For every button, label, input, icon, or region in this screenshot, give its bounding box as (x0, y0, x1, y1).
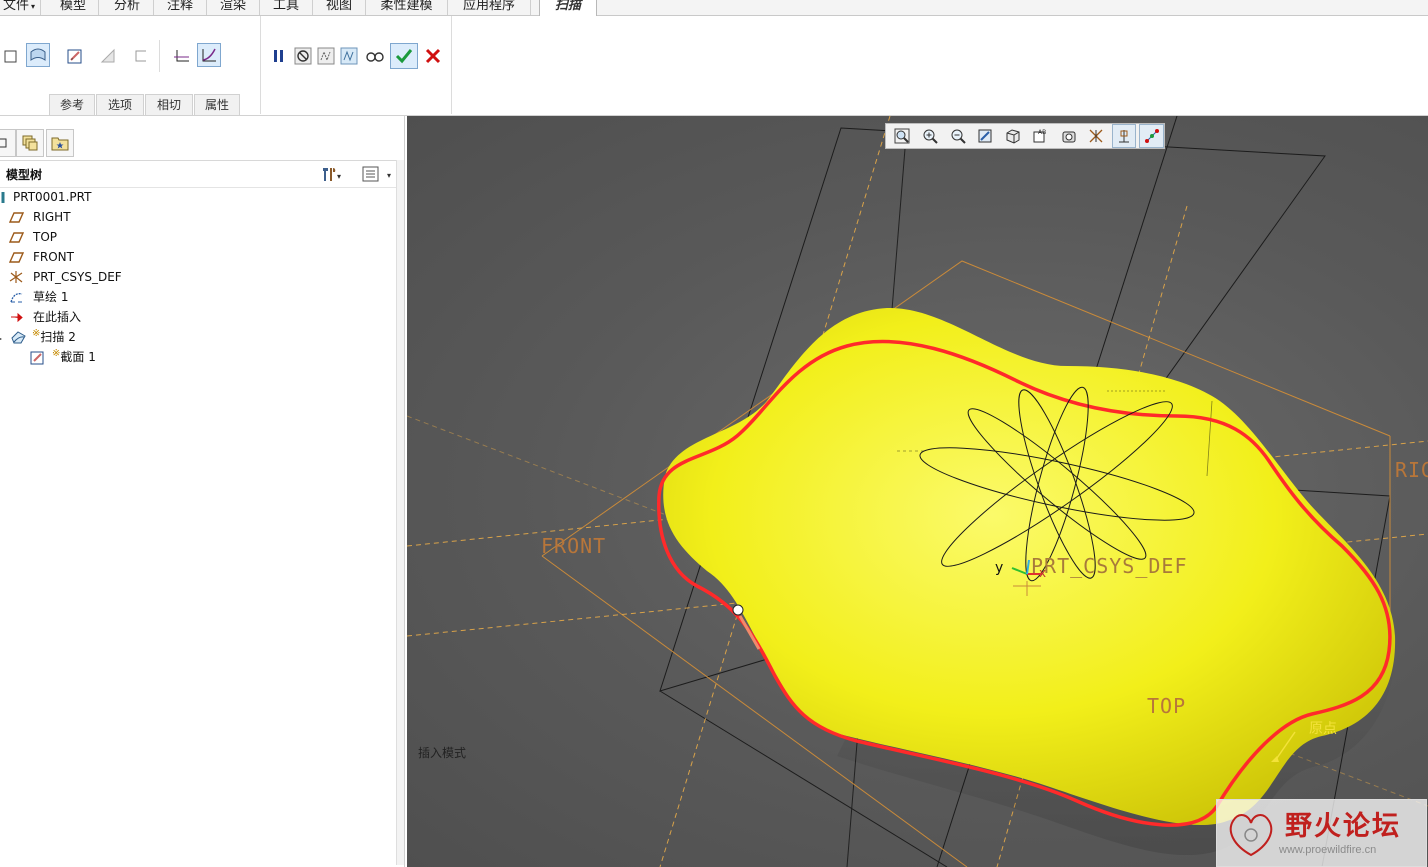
surface-icon[interactable] (26, 43, 50, 67)
model-tree-scrollbar[interactable] (396, 160, 404, 865)
subtab-references[interactable]: 参考 (49, 94, 95, 116)
ribbon-group-divider (260, 16, 261, 114)
show-list-icon[interactable]: ▾ (362, 165, 396, 186)
insert-mode-status: 插入模式 (418, 746, 467, 760)
model-tree-panel: 模型树 ▾ ▾ PRT0001.PRT RIGHT TOP FRONT PRT_… (0, 116, 405, 867)
tree-item-front[interactable]: FRONT (0, 247, 390, 267)
ribbon: 参考 选项 相切 属性 (0, 16, 1428, 116)
model-tree-header: 模型树 ▾ ▾ (0, 160, 403, 188)
subtab-tangency[interactable]: 相切 (145, 94, 193, 116)
tree-item-sweep[interactable]: ※扫描 2 (0, 327, 390, 347)
graphics-viewport[interactable]: FRONT TOP RIG PRT_CSYS_DEF y x 原点 AB 插入模… (407, 116, 1428, 867)
label-front-plane: FRONT (541, 534, 607, 558)
tab-annotate[interactable]: 注释 (154, 0, 207, 15)
svg-text:▾: ▾ (337, 172, 341, 181)
create-section-icon[interactable] (63, 44, 87, 68)
pause-icon[interactable] (267, 44, 291, 68)
tree-item-top[interactable]: TOP (0, 227, 390, 247)
separate-preview-icon[interactable] (314, 44, 338, 68)
thicken-icon[interactable] (129, 44, 153, 68)
model-tree-tab[interactable] (0, 129, 16, 157)
label-top-plane: TOP (1147, 694, 1187, 718)
tab-tools[interactable]: 工具 (260, 0, 313, 15)
svg-text:▾: ▾ (387, 171, 391, 180)
csys-icon (9, 270, 24, 285)
tab-view[interactable]: 视图 (313, 0, 366, 15)
section-icon (30, 350, 45, 365)
tab-applications[interactable]: 应用程序 (448, 0, 531, 15)
label-origin: 原点 (1309, 721, 1337, 737)
tree-item-insert-here[interactable]: 在此插入 (0, 307, 390, 327)
watermark-url: www.proewildfire.cn (1279, 844, 1377, 856)
menu-bar: 文件 ▾ 模型 分析 注释 渲染 工具 视图 柔性建模 应用程序 扫描 (0, 0, 1428, 17)
sketch-icon (9, 290, 24, 305)
datum-plane-icon (8, 230, 25, 245)
model-tree-title: 模型树 (6, 168, 43, 182)
tab-render[interactable]: 渲染 (207, 0, 260, 15)
cancel-button[interactable] (421, 44, 445, 68)
sweep-icon (10, 330, 26, 345)
tab-sweep[interactable]: 扫描 (539, 0, 597, 17)
watermark-title: 野火论坛 (1285, 811, 1401, 842)
trajectory-start-point[interactable] (732, 604, 744, 616)
display-style-icon[interactable] (1001, 124, 1026, 148)
tree-item-right[interactable]: RIGHT (0, 207, 390, 227)
no-preview-icon[interactable] (291, 44, 315, 68)
verify-glasses-icon[interactable] (363, 44, 387, 68)
model-canvas[interactable] (407, 116, 1428, 867)
subtab-properties[interactable]: 属性 (194, 94, 240, 116)
tree-item-sketch[interactable]: 草绘 1 (0, 287, 390, 307)
subtab-options[interactable]: 选项 (96, 94, 144, 116)
layer-tree-tab[interactable] (16, 129, 44, 157)
accept-button[interactable] (390, 43, 418, 69)
expand-arrow-icon[interactable] (0, 331, 4, 346)
datum-display-icon[interactable] (1084, 124, 1109, 148)
datum-plane-icon (8, 250, 25, 265)
graphics-toolbar: AB (885, 123, 1165, 149)
label-right-plane: RIG (1395, 458, 1428, 482)
favorites-folder-tab[interactable] (46, 129, 74, 157)
svg-text:AB: AB (1038, 129, 1046, 136)
tree-item-csys[interactable]: PRT_CSYS_DEF (0, 267, 390, 287)
tab-file[interactable]: 文件 ▾ (0, 0, 41, 15)
insert-here-icon (9, 310, 24, 325)
zoom-out-icon[interactable] (945, 124, 970, 148)
solid-icon[interactable] (0, 44, 24, 68)
tab-model[interactable]: 模型 (48, 0, 99, 15)
watermark: 野火论坛 www.proewildfire.cn (1216, 799, 1427, 867)
saved-views-icon[interactable]: AB (1029, 124, 1054, 148)
tab-analysis[interactable]: 分析 (101, 0, 154, 15)
tree-item-section[interactable]: ※截面 1 (0, 347, 390, 367)
label-csys: PRT_CSYS_DEF (1031, 554, 1188, 578)
variable-section-icon[interactable] (197, 43, 221, 67)
axis-x-label: x (1039, 566, 1047, 580)
tab-flexible-modeling[interactable]: 柔性建模 (366, 0, 448, 15)
ribbon-group-divider (451, 16, 452, 114)
refit-icon[interactable] (890, 124, 915, 148)
navigator-tabs (0, 127, 404, 157)
settings-tools-icon[interactable]: ▾ (320, 165, 342, 186)
zoom-in-icon[interactable] (918, 124, 943, 148)
repaint-icon[interactable] (973, 124, 998, 148)
view-manager-icon[interactable] (1056, 124, 1081, 148)
preview-icon[interactable] (337, 44, 361, 68)
constant-section-icon[interactable] (170, 44, 194, 68)
ribbon-divider (159, 40, 160, 72)
annotation-display-icon[interactable] (1111, 124, 1137, 148)
datum-plane-icon (8, 210, 25, 225)
remove-material-icon[interactable] (96, 44, 120, 68)
watermark-logo-icon (1229, 814, 1273, 857)
tree-item-part[interactable]: PRT0001.PRT (0, 187, 390, 207)
axis-y-label: y (995, 560, 1004, 576)
point-display-icon[interactable] (1139, 124, 1165, 148)
